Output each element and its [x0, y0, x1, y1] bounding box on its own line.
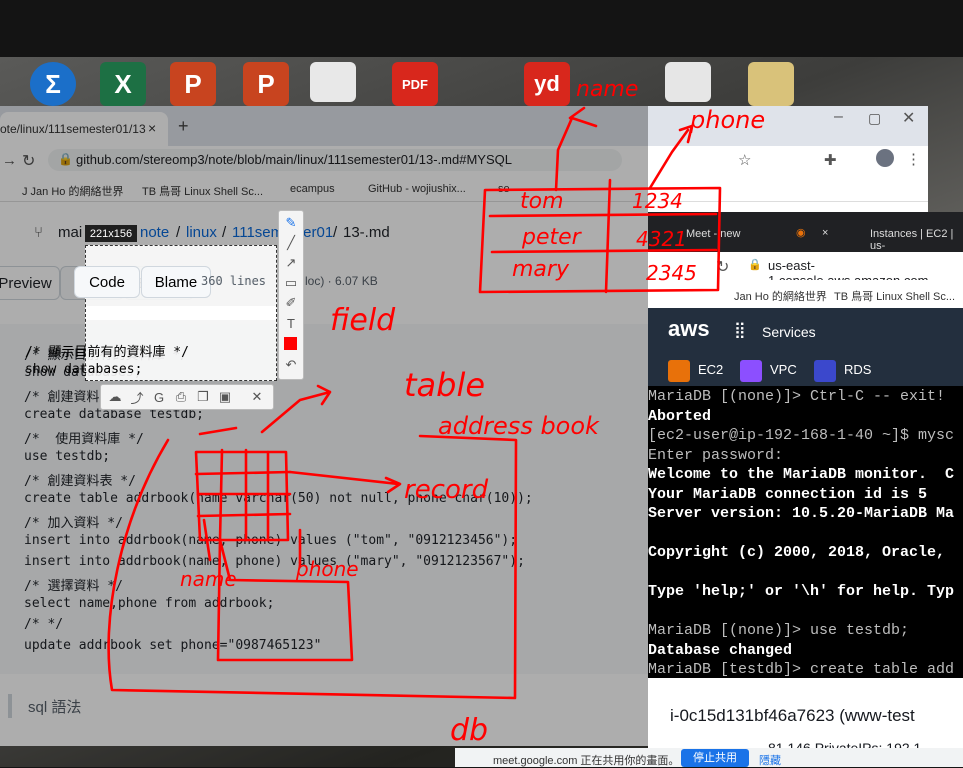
pdf-icon[interactable]: PDF — [392, 62, 438, 106]
undo-icon[interactable]: ↶ — [281, 355, 301, 375]
lock-icon: 🔒 — [748, 259, 762, 271]
tab-meet[interactable]: Meet - new — [686, 228, 740, 240]
snip-size-badge: 221x156 — [85, 225, 137, 242]
snip-code-line: show databases; — [25, 362, 143, 377]
reload-icon[interactable]: ↻ — [716, 257, 729, 277]
terminal-line: Aborted — [648, 407, 712, 425]
vpc-icon — [740, 360, 762, 382]
rectangle-icon[interactable]: ▭ — [281, 273, 301, 293]
snip-dim-overlay — [0, 106, 648, 767]
excel-icon[interactable]: X — [100, 62, 146, 106]
terminal-line: Server version: 10.5.20-MariaDB Ma — [648, 505, 955, 522]
terminal-line: Enter password: — [648, 446, 784, 464]
recording-dot-icon: ◉ — [796, 227, 806, 239]
arrow-icon[interactable]: ↗ — [281, 253, 301, 273]
fav-rds[interactable]: RDS — [844, 362, 871, 377]
terminal-line: Copyright (c) 2000, 2018, Oracle, — [648, 544, 946, 561]
text-icon[interactable]: T — [281, 313, 301, 333]
line-icon[interactable]: ╱ — [281, 233, 301, 253]
profile-avatar[interactable] — [876, 149, 894, 167]
share-icon[interactable]: ⤴ — [127, 387, 147, 407]
aws-address-bar[interactable]: ↻ 🔒 us-east-1.console.aws.amazon.com — [648, 252, 963, 288]
powerpoint-icon[interactable]: P — [170, 62, 216, 106]
meet-share-text: meet.google.com 正在共用你的畫面。 — [493, 755, 680, 767]
terminal-line: MariaDB [(none)]> Ctrl-C -- exit! — [648, 388, 946, 405]
bookmark-vbird[interactable]: TB 鳥哥 Linux Shell Sc... — [834, 288, 955, 304]
aws-favorites-bar: EC2 VPC RDS — [648, 352, 963, 386]
file-icon[interactable] — [665, 62, 711, 102]
snip-action-toolbar: ☁ ⤴ G ⎙ ❐ ▣ ✕ — [100, 384, 274, 410]
menu-kebab-icon[interactable]: ⋮ — [906, 150, 921, 168]
snip-gap — [86, 306, 276, 320]
terminal-line: [ec2-user@ip-192-168-1-40 ~]$ mysc — [648, 427, 955, 444]
extensions-icon[interactable]: ✚ — [824, 151, 837, 169]
stop-sharing-button[interactable]: 停止共用 — [681, 749, 749, 767]
aws-bookmarks-bar: Jan Ho 的網絡世界 TB 鳥哥 Linux Shell Sc... — [648, 280, 963, 308]
close-snip-icon[interactable]: ✕ — [247, 387, 267, 407]
save-icon[interactable]: ▣ — [215, 387, 235, 407]
folder-icon[interactable] — [748, 62, 794, 106]
powerpoint-icon-2[interactable]: P — [243, 62, 289, 106]
restore-window-icon[interactable]: ▢ — [868, 110, 881, 127]
snip-code-line: /* 顯示目前有的資料庫 */ — [25, 345, 189, 360]
instance-id: i-0c15d131bf46a7623 (www-test — [670, 706, 915, 725]
sigma-app-icon[interactable]: Σ — [30, 62, 76, 106]
minimize-window-icon[interactable]: – — [834, 108, 843, 126]
ec2-icon — [668, 360, 690, 382]
terminal-line: Welcome to the MariaDB monitor. C — [648, 466, 955, 483]
bookmark-janho[interactable]: Jan Ho 的網絡世界 — [734, 288, 827, 304]
copy-icon[interactable]: ❐ — [193, 387, 213, 407]
terminal-line: Database changed — [648, 641, 793, 659]
pen-icon[interactable]: ✎ — [281, 213, 301, 233]
youdao-icon[interactable]: yd — [524, 62, 570, 106]
search-image-icon[interactable]: G — [149, 387, 169, 407]
terminal-line: MariaDB [(none)]> use testdb; — [648, 622, 910, 639]
color-swatch[interactable] — [284, 337, 297, 350]
terminal-line: Type 'help;' or '\h' for help. Typ — [648, 583, 955, 600]
print-icon[interactable]: ⎙ — [171, 387, 191, 407]
aws-nav-bar: aws ⣿ Services — [648, 308, 963, 358]
rds-icon — [814, 360, 836, 382]
aws-logo[interactable]: aws — [668, 316, 710, 342]
services-menu[interactable]: Services — [762, 324, 816, 340]
hide-button[interactable]: 隱藏 — [759, 752, 781, 768]
services-grid-icon[interactable]: ⣿ — [734, 320, 746, 340]
snip-lines-count: 360 lines — [201, 274, 267, 288]
fav-vpc[interactable]: VPC — [770, 362, 797, 377]
tab-meet-close[interactable]: × — [822, 227, 828, 239]
tab-instances[interactable]: Instances | EC2 | us- — [870, 228, 963, 252]
close-window-icon[interactable]: ✕ — [902, 108, 915, 128]
terminal[interactable]: MariaDB [(none)]> Ctrl-C -- exit! Aborted… — [648, 386, 963, 678]
snip-draw-toolbar: ✎ ╱ ↗ ▭ ✐ T ↶ — [278, 210, 304, 380]
upload-icon[interactable]: ☁ — [105, 387, 125, 407]
fav-ec2[interactable]: EC2 — [698, 362, 723, 377]
document-icon[interactable] — [310, 62, 356, 102]
meet-share-bar: meet.google.com 正在共用你的畫面。 停止共用 隱藏 — [455, 748, 963, 767]
snip-selection[interactable]: Code Blame 360 lines /* 顯示目前有的資料庫 */ sho… — [25, 245, 277, 381]
terminal-line: Your MariaDB connection id is 5 — [648, 485, 928, 503]
bookmark-star-icon[interactable]: ☆ — [738, 151, 751, 169]
marker-icon[interactable]: ✐ — [281, 293, 301, 313]
terminal-line: MariaDB [testdb]> create table add — [648, 661, 955, 678]
aws-tab-strip: Meet - new ◉ × Instances | EC2 | us- — [648, 212, 963, 252]
snip-tab-code: Code — [74, 266, 140, 298]
